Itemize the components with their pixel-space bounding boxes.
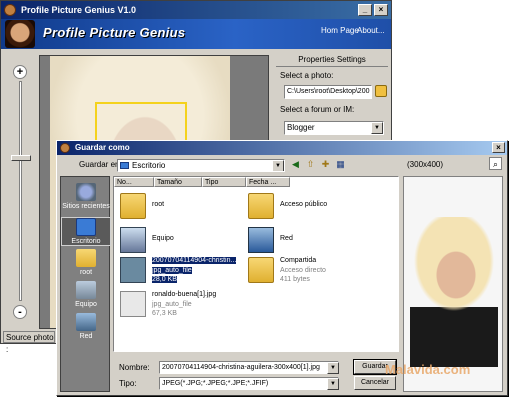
column-size[interactable]: Tamaño: [154, 177, 202, 187]
shortcut-folder-icon: [248, 257, 274, 283]
select-photo-label: Select a photo:: [280, 71, 334, 80]
properties-title: Properties Settings: [276, 55, 388, 67]
place-computer[interactable]: Equipo: [61, 281, 111, 308]
chevron-down-icon[interactable]: ▼: [371, 122, 383, 134]
folder-user-icon: [120, 193, 146, 219]
zoom-slider[interactable]: + -: [7, 59, 35, 329]
chevron-down-icon[interactable]: ▼: [327, 362, 339, 374]
list-item[interactable]: Compartida Acceso directo 411 bytes: [248, 257, 368, 291]
zoom-knob[interactable]: [11, 155, 31, 161]
network-icon: [248, 227, 274, 253]
type-label: Tipo:: [119, 379, 137, 388]
save-in-label: Guardar en:: [79, 160, 122, 169]
place-network[interactable]: Red: [61, 313, 111, 340]
zoom-in-button[interactable]: +: [13, 65, 27, 79]
column-date[interactable]: Fecha ...: [246, 177, 290, 187]
view-menu-icon[interactable]: ▦: [334, 158, 347, 171]
minimize-button[interactable]: _: [358, 4, 372, 16]
computer-icon: [76, 281, 96, 299]
logo-face-icon: [5, 20, 35, 48]
image-file-icon: [120, 291, 146, 317]
app-icon: [4, 4, 16, 16]
list-item[interactable]: Red: [248, 227, 368, 261]
about-link[interactable]: About...: [357, 26, 385, 35]
desktop-icon: [76, 218, 96, 236]
column-name[interactable]: No...: [114, 177, 154, 187]
desktop-icon: [120, 162, 129, 169]
chevron-down-icon[interactable]: ▼: [327, 378, 339, 390]
image-file-icon: [120, 257, 146, 283]
zoom-track[interactable]: [19, 81, 22, 301]
list-item[interactable]: root: [120, 193, 240, 227]
save-in-combo[interactable]: Escritorio ▼: [117, 159, 285, 172]
app-banner: Profile Picture Genius Hom Page About...: [1, 19, 391, 49]
banner-logo: Profile Picture Genius: [43, 25, 186, 40]
place-root[interactable]: root: [61, 249, 111, 276]
network-icon: [76, 313, 96, 331]
save-as-dialog: Guardar como × Guardar en: Escritorio ▼ …: [56, 140, 508, 396]
up-folder-icon[interactable]: ⇧: [304, 158, 317, 171]
folder-icon: [248, 193, 274, 219]
chevron-down-icon[interactable]: ▼: [272, 160, 284, 171]
back-icon[interactable]: ◀: [289, 158, 302, 171]
file-list[interactable]: No... Tamaño Tipo Fecha ... root Acceso …: [113, 176, 399, 352]
home-page-link[interactable]: Hom Page: [321, 26, 359, 35]
window-titlebar: Profile Picture Genius V1.0 _ ×: [1, 1, 391, 19]
dialog-titlebar: Guardar como ×: [57, 141, 507, 155]
preview-zoom-icon[interactable]: ⌕: [489, 157, 502, 170]
cancel-button[interactable]: Cancelar: [354, 376, 396, 390]
zoom-out-button[interactable]: -: [13, 305, 27, 319]
list-item[interactable]: ronaldo-buena[1].jpg jpg_auto_file 67,3 …: [120, 291, 240, 325]
status-bar: Source photo :: [3, 331, 55, 354]
place-recent-sites[interactable]: Sitios recientes: [61, 183, 111, 210]
preview-photo: [410, 217, 498, 367]
watermark: Malavida.com: [385, 362, 471, 377]
list-item-selected[interactable]: 20070704114904-christin... jpg_auto_file…: [120, 257, 240, 291]
photo-path-input[interactable]: C:\Users\root\Desktop\200: [284, 85, 372, 99]
column-type[interactable]: Tipo: [202, 177, 246, 187]
filename-field[interactable]: 20070704114904-christina-aguilera-300x40…: [159, 361, 339, 374]
list-item[interactable]: Equipo: [120, 227, 240, 261]
forum-select[interactable]: Blogger ▼: [284, 121, 384, 135]
preview-size-label: (300x400): [407, 160, 444, 169]
save-in-value: Escritorio: [132, 161, 166, 170]
place-desktop[interactable]: Escritorio: [61, 217, 111, 246]
forum-select-value: Blogger: [287, 123, 315, 132]
list-item[interactable]: Acceso público: [248, 193, 368, 227]
places-bar: Sitios recientes Escritorio root Equipo …: [60, 176, 111, 392]
dialog-app-icon: [60, 143, 70, 153]
image-preview: [403, 176, 503, 392]
dialog-close-button[interactable]: ×: [492, 142, 505, 153]
recent-places-icon: [76, 183, 96, 201]
window-title: Profile Picture Genius V1.0: [21, 5, 137, 15]
browse-folder-icon[interactable]: [375, 85, 387, 97]
forum-label: Select a forum or IM:: [280, 105, 355, 114]
file-type-select[interactable]: JPEG(*.JPG;*.JPEG;*.JPE;*.JFIF): [159, 377, 339, 390]
dialog-title: Guardar como: [75, 143, 130, 152]
user-folder-icon: [76, 249, 96, 267]
filename-label: Nombre:: [119, 363, 150, 372]
close-button[interactable]: ×: [374, 4, 388, 16]
computer-icon: [120, 227, 146, 253]
new-folder-icon[interactable]: ✚: [319, 158, 332, 171]
